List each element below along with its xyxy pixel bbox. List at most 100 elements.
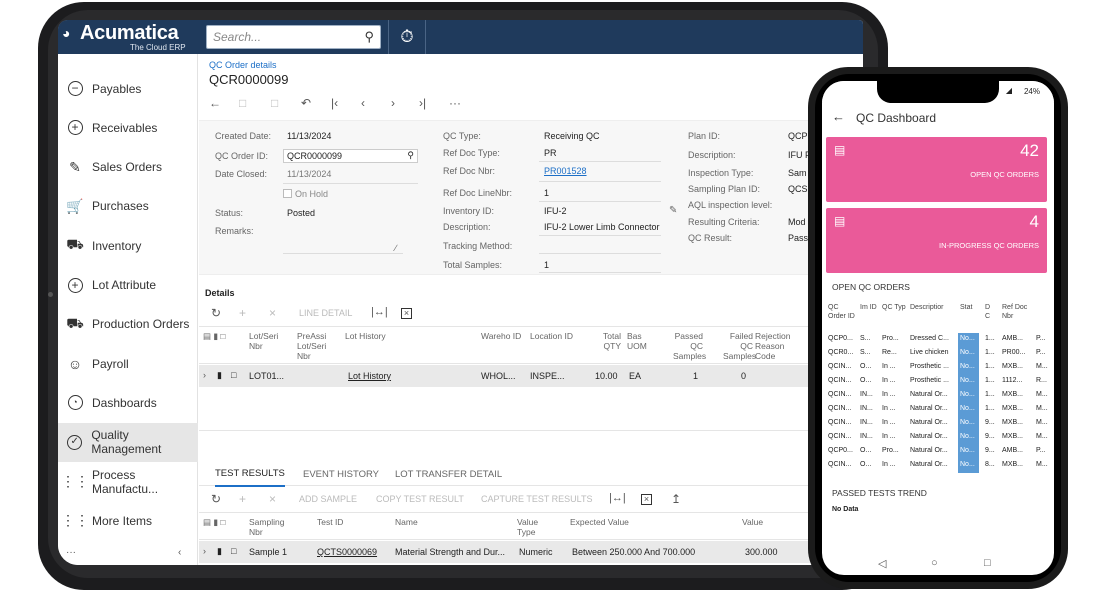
phone-grid-cell[interactable]: In ... [882,419,896,426]
phone-grid-cell[interactable]: 1... [985,335,995,342]
phone-grid-cell[interactable]: MXB... [1002,391,1023,398]
phone-grid-cell[interactable]: 1... [985,377,995,384]
phone-grid-cell[interactable]: QCIN... [828,405,851,412]
sidebar-item-dashboards[interactable]: ◔ Dashboards [58,383,198,422]
phone-grid-cell[interactable]: Natural Or... [910,447,948,454]
last-icon[interactable]: ›| [419,96,426,110]
phone-grid-cell[interactable]: M... [1036,405,1048,412]
phone-grid-cell[interactable]: No... [960,433,975,440]
warehouse-cell[interactable]: WHOL... [481,371,516,381]
phone-grid-cell[interactable]: MXB... [1002,363,1023,370]
phone-grid-cell[interactable]: 9... [985,447,995,454]
column-header[interactable]: Lot/Seri Nbr [249,331,294,351]
delete-row-icon[interactable]: × [269,306,276,320]
remarks-field[interactable] [283,253,403,254]
phone-grid-cell[interactable]: QCIN... [828,391,851,398]
column-header[interactable]: Sampling Nbr [249,517,294,537]
sidebar-item-receivables[interactable]: + Receivables [58,108,198,147]
tab-test-results[interactable]: TEST RESULTS [215,468,285,487]
phone-grid-cell[interactable]: In ... [882,461,896,468]
history-icon[interactable]: ⏱ [388,20,426,54]
sidebar-item-process-manufactu[interactable]: ⋮⋮ Process Manufactu... [58,462,198,501]
phone-grid-cell[interactable]: QCP0... [828,447,853,454]
phone-grid-cell[interactable]: In ... [882,433,896,440]
phone-grid-cell[interactable]: M... [1036,419,1048,426]
prev-icon[interactable]: ‹ [361,96,365,110]
search-input[interactable]: Search... ⚲ [206,25,381,49]
column-header[interactable]: Name [395,517,495,527]
phone-grid-cell[interactable]: S... [860,335,871,342]
phone-grid-cell[interactable]: AMB... [1002,447,1023,454]
fit-columns-icon[interactable]: |↔| [371,306,388,318]
next-icon[interactable]: › [391,96,395,110]
nav-back-icon[interactable]: ◁ [878,557,886,570]
upload-icon[interactable]: ↥ [671,492,681,506]
note-icon[interactable]: □ [231,370,236,380]
capture-test-results-button[interactable]: CAPTURE TEST RESULTS [481,494,593,504]
edit-icon[interactable]: ✎ [669,205,677,216]
nav-home-icon[interactable]: ○ [931,557,938,569]
lot-history-link[interactable]: Lot History [348,371,391,381]
value-type-cell[interactable]: Numeric [519,547,553,557]
column-header[interactable]: PreAssi Lot/Seri Nbr [297,331,342,361]
lookup-icon[interactable]: ⚲ [407,150,414,161]
phone-column-header[interactable]: D C [985,303,997,321]
logo[interactable]: ◕ Acumatica The Cloud ERP [58,20,198,54]
phone-grid-cell[interactable]: MXB... [1002,405,1023,412]
phone-grid-cell[interactable]: QCR0... [828,349,853,356]
copy-test-result-button[interactable]: COPY TEST RESULT [376,494,464,504]
column-header[interactable]: Bas UOM [627,331,657,351]
tab-lot-transfer-detail[interactable]: LOT TRANSFER DETAIL [395,469,502,480]
location-cell[interactable]: INSPE... [530,371,565,381]
save-icon[interactable]: □ [239,96,246,110]
phone-grid-cell[interactable]: QCIN... [828,377,851,384]
collapse-icon[interactable]: ‹ [178,547,181,558]
line-detail-button[interactable]: LINE DETAIL [299,308,352,318]
phone-grid-cell[interactable]: P... [1036,349,1046,356]
column-header[interactable]: Value Type [517,517,547,537]
details-grid-row[interactable]: › ▮ □ LOT01... Lot History WHOL... INSPE… [199,365,863,387]
column-header[interactable]: Location ID [530,331,590,341]
column-header[interactable]: Passed QC Samples [673,331,706,361]
phone-grid-cell[interactable]: 1112... [1002,377,1022,384]
phone-grid-cell[interactable]: O... [860,377,871,384]
more-icon[interactable]: ··· [449,96,461,110]
phone-grid-cell[interactable]: O... [860,447,871,454]
phone-grid-cell[interactable]: 9... [985,433,995,440]
phone-grid-cell[interactable]: 1... [985,349,995,356]
phone-grid-cell[interactable]: O... [860,363,871,370]
phone-grid-cell[interactable]: 1... [985,405,995,412]
phone-grid-cell[interactable]: M... [1036,433,1048,440]
breadcrumb[interactable]: QC Order details [209,60,277,70]
phone-grid-cell[interactable]: M... [1036,391,1048,398]
attachment-icon[interactable]: ▮ [217,546,222,557]
uom-cell[interactable]: EA [629,371,641,381]
phone-grid-cell[interactable]: Natural Or... [910,391,948,398]
open-orders-card[interactable]: ▤ 42 OPEN QC ORDERS [826,137,1047,202]
nav-recents-icon[interactable]: □ [984,557,991,569]
phone-grid-cell[interactable]: IN... [860,433,873,440]
column-header[interactable]: Wareho ID [481,331,526,341]
phone-grid-cell[interactable]: QCP0... [828,335,853,342]
phone-grid-cell[interactable]: Natural Or... [910,433,948,440]
phone-grid-cell[interactable]: M... [1036,461,1048,468]
add-sample-button[interactable]: ADD SAMPLE [299,494,357,504]
phone-grid-cell[interactable]: IN... [860,419,873,426]
on-hold-checkbox[interactable] [283,189,292,198]
phone-grid-cell[interactable]: Natural Or... [910,419,948,426]
in-progress-card[interactable]: ▤ 4 IN-PROGRESS QC ORDERS [826,208,1047,273]
phone-grid-cell[interactable]: 8... [985,461,995,468]
phone-grid-cell[interactable]: Natural Or... [910,405,948,412]
sidebar-item-lot-attribute[interactable]: + Lot Attribute [58,266,198,305]
qc-order-id-field[interactable]: QCR0000099 ⚲ [283,149,418,163]
expected-value-cell[interactable]: Between 250.000 And 700.000 [572,547,695,557]
phone-grid-cell[interactable]: IN... [860,391,873,398]
sidebar-item-inventory[interactable]: ⛟ Inventory [58,226,198,265]
phone-column-header[interactable]: QC Typ [882,303,908,312]
column-header[interactable]: Lot History [345,331,465,341]
phone-grid-cell[interactable]: QCIN... [828,433,851,440]
column-header[interactable]: Failed QC Samples [723,331,756,361]
back-arrow-icon[interactable]: ← [832,109,845,124]
phone-grid-cell[interactable]: No... [960,335,975,342]
note-icon[interactable]: □ [231,546,236,556]
